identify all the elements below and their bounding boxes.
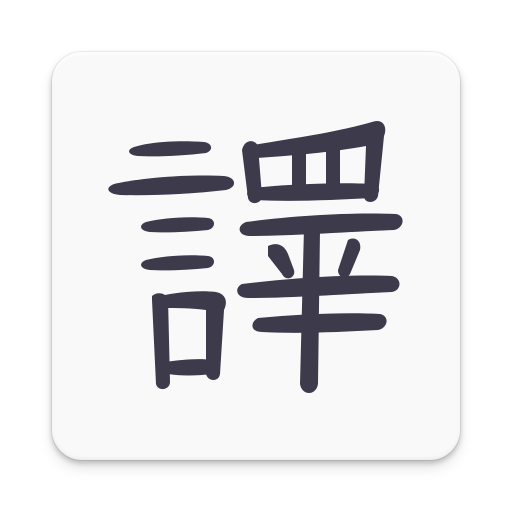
app-icon-tile[interactable]	[52, 52, 460, 460]
glyph-strokes	[108, 120, 403, 393]
icon-stage	[0, 0, 512, 512]
translate-glyph-icon	[108, 120, 403, 393]
